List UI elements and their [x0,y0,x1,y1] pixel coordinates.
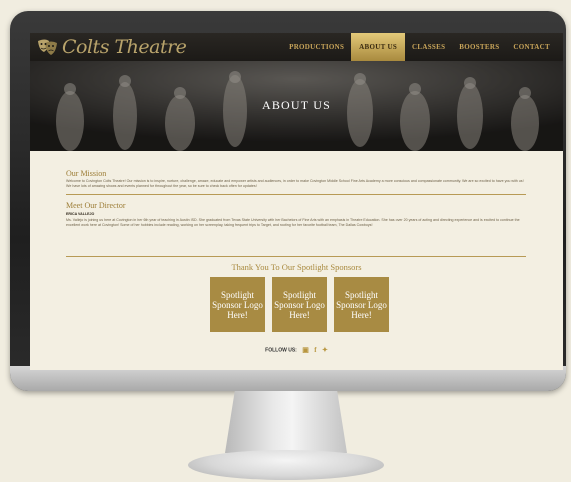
site-logo[interactable]: Colts Theatre [36,36,187,58]
sponsors-heading: Thank You To Our Spotlight Sponsors [231,262,362,272]
sponsor-logo-placeholder[interactable]: Spotlight Sponsor Logo Here! [334,277,389,332]
nav-item-about-us[interactable]: ABOUT US [351,33,406,61]
facebook-icon[interactable]: f [314,346,316,354]
page-title: ABOUT US [261,98,332,112]
director-heading: Meet Our Director [66,201,126,210]
sponsor-logo-placeholder[interactable]: Spotlight Sponsor Logo Here! [210,277,265,332]
instagram-icon[interactable]: ▣ [302,347,309,354]
nav-item-classes[interactable]: CLASSES [405,33,452,61]
nav-item-contact[interactable]: CONTACT [506,33,557,61]
twitter-icon[interactable]: ✦ [322,347,328,354]
monitor-scene: Colts Theatre PRODUCTIONS ABOUT US CLASS… [0,0,571,482]
section-divider [66,194,526,195]
theatre-masks-icon [38,39,57,55]
monitor-stand-neck [225,391,347,453]
sponsor-logo-placeholder[interactable]: Spotlight Sponsor Logo Here! [272,277,327,332]
nav-item-productions[interactable]: PRODUCTIONS [282,33,351,61]
monitor-stand-base [188,450,384,480]
website-screen: Colts Theatre PRODUCTIONS ABOUT US CLASS… [30,33,563,370]
mission-text: Welcome to Covington Colts Theatre! Our … [66,179,524,188]
hero-banner: ABOUT US [30,61,563,151]
top-navigation: Colts Theatre PRODUCTIONS ABOUT US CLASS… [30,33,563,61]
follow-us-bar: FOLLOW US: ▣ f ✦ [30,346,563,354]
nav-item-boosters[interactable]: BOOSTERS [452,33,506,61]
mission-heading: Our Mission [66,169,107,178]
logo-text: Colts Theatre [62,36,187,58]
main-menu: PRODUCTIONS ABOUT US CLASSES BOOSTERS CO… [282,33,557,61]
sponsor-list: Spotlight Sponsor Logo Here! Spotlight S… [210,277,389,332]
section-divider [66,256,526,257]
director-name: ERICA VALLEJO [66,212,95,216]
follow-us-label: FOLLOW US: [265,347,297,354]
main-content: Our Mission Welcome to Covington Colts T… [30,151,563,370]
director-bio: Ms. Vallejo is joining us here at Coving… [66,218,520,227]
